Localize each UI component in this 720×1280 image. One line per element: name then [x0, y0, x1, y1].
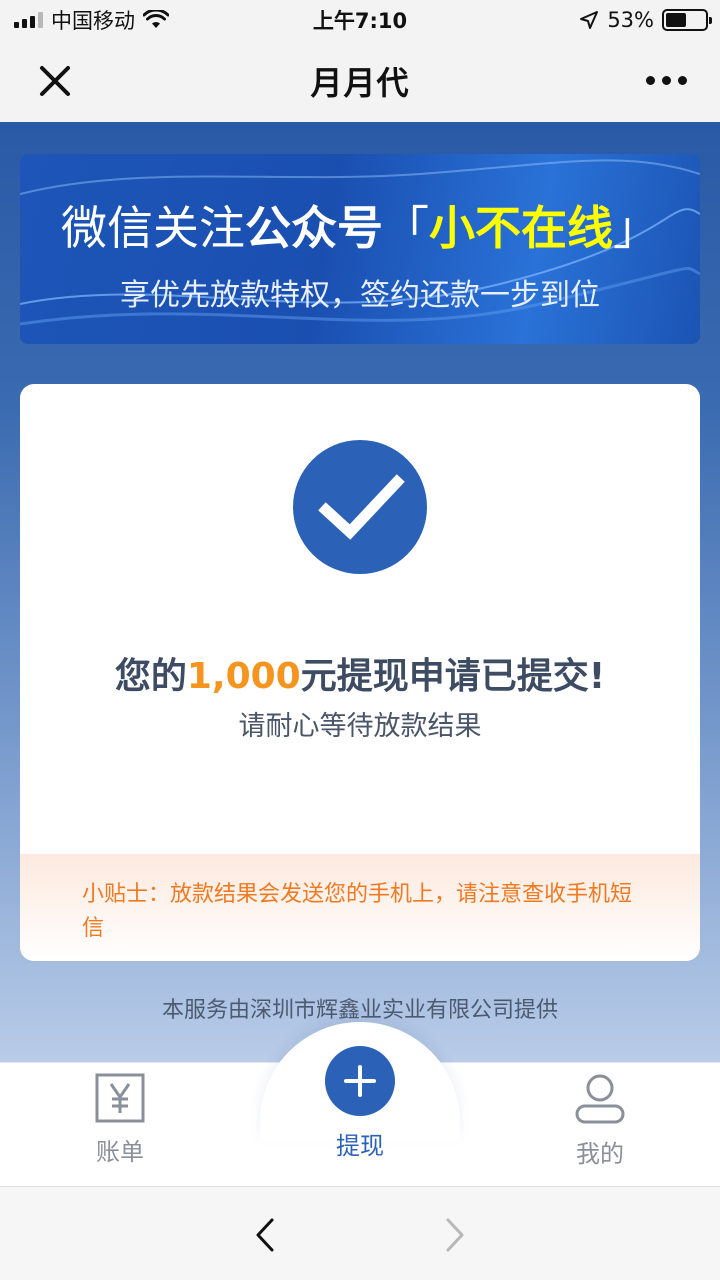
status-left: 中国移动: [14, 5, 169, 35]
status-right: 53%: [579, 8, 712, 32]
plus-icon: [325, 1046, 395, 1116]
result-subtitle: 请耐心等待放款结果: [238, 711, 482, 742]
banner-bold-text: 公众号: [245, 201, 383, 255]
tip-text: 小贴士：放款结果会发送您的手机上，请注意查收手机短信: [82, 882, 633, 941]
main-content: 微信关注公众号「小不在线」 享优先放款特权，签约还款一步到位 您的1,000元提…: [0, 122, 720, 1062]
more-options-icon[interactable]: [646, 70, 690, 90]
result-card: 您的1,000元提现申请已提交! 请耐心等待放款结果 小贴士：放款结果会发送您的…: [20, 384, 700, 961]
result-title-prefix: 您的: [114, 656, 187, 697]
banner-quote-close: 」: [613, 201, 659, 255]
nav-bar: 月月代: [0, 40, 720, 122]
signal-icon: [14, 12, 43, 28]
tip-box: 小贴士：放款结果会发送您的手机上，请注意查收手机短信: [20, 854, 700, 961]
tab-bill-label: 账单: [96, 1138, 144, 1166]
user-icon: [575, 1074, 625, 1124]
browser-toolbar: [0, 1186, 720, 1280]
wifi-icon: [143, 10, 169, 28]
banner-quote-open: 「: [383, 201, 429, 255]
forward-arrow-icon[interactable]: [440, 1215, 470, 1255]
withdraw-amount: 1,000: [186, 656, 301, 697]
battery-icon: [662, 9, 712, 31]
wechat-follow-banner[interactable]: 微信关注公众号「小不在线」 享优先放款特权，签约还款一步到位: [20, 154, 700, 344]
close-icon[interactable]: [36, 62, 74, 100]
bill-icon: [95, 1073, 145, 1123]
battery-percent: 53%: [607, 8, 654, 32]
result-title-suffix: 元提现申请已提交!: [300, 656, 606, 697]
banner-account-name: 小不在线: [429, 201, 613, 255]
tab-me[interactable]: 我的: [530, 1072, 670, 1169]
page-title: 月月代: [310, 64, 410, 102]
tab-bill[interactable]: 账单: [50, 1072, 190, 1167]
back-arrow-icon[interactable]: [250, 1215, 280, 1255]
banner-subtitle: 享优先放款特权，签约还款一步到位: [120, 278, 600, 313]
service-provider-note: 本服务由深圳市辉鑫业实业有限公司提供: [161, 998, 558, 1023]
tab-withdraw[interactable]: 提现: [290, 1046, 430, 1161]
carrier-name: 中国移动: [51, 9, 135, 33]
banner-prefix: 微信关注: [61, 201, 245, 255]
tab-withdraw-label: 提现: [336, 1132, 384, 1160]
status-bar: 中国移动 上午7:10 53%: [0, 0, 720, 40]
location-arrow-icon: [580, 11, 599, 29]
tab-me-label: 我的: [576, 1140, 624, 1168]
banner-headline: 微信关注公众号「小不在线」: [20, 192, 700, 258]
success-check-icon: [293, 440, 427, 574]
result-title: 您的1,000元提现申请已提交!: [20, 647, 700, 699]
